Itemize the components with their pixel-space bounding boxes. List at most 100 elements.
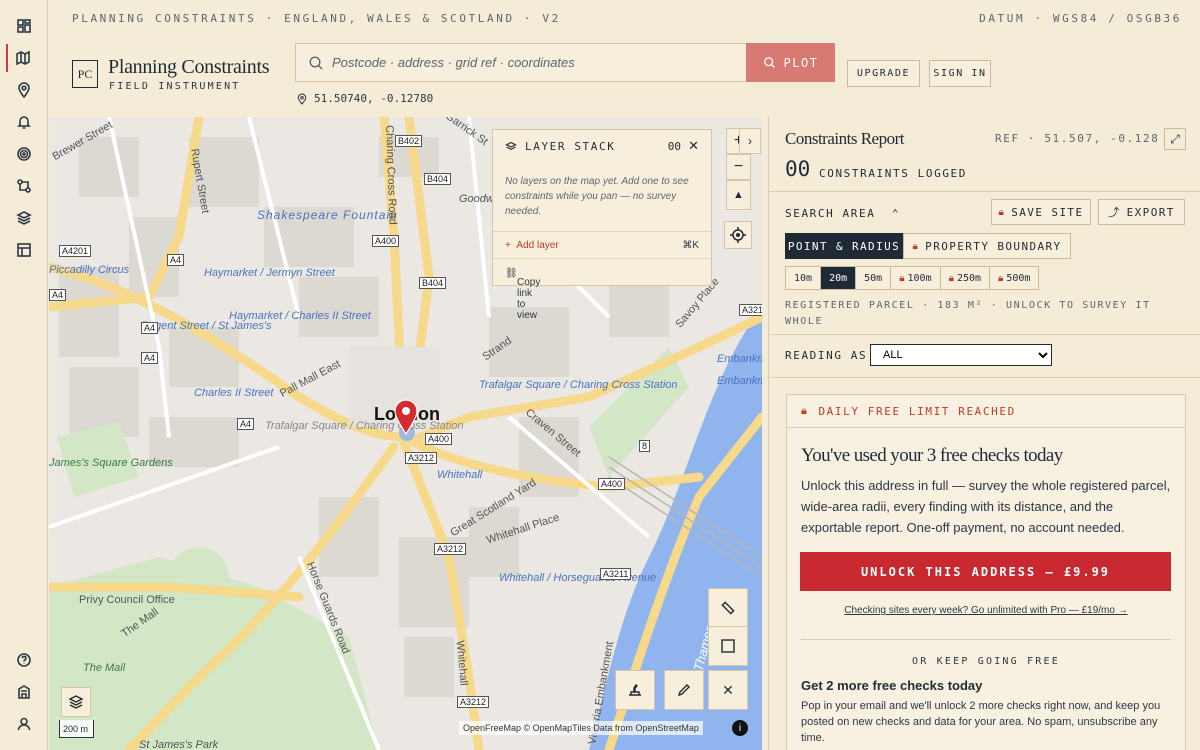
location-pin-icon[interactable] xyxy=(393,399,419,435)
zoom-out-button[interactable]: − xyxy=(726,154,751,180)
pin-icon[interactable] xyxy=(8,76,40,104)
map-place-label: The Mall xyxy=(83,662,126,674)
map-place-label: Trafalgar Square / Charing Cross Station xyxy=(479,379,678,391)
square-icon[interactable] xyxy=(708,626,748,666)
mode-property-boundary-label: PROPERTY BOUNDARY xyxy=(925,239,1062,253)
close-icon[interactable]: ✕ xyxy=(688,138,699,154)
help-icon[interactable] xyxy=(8,646,40,674)
map-canvas[interactable]: Shakespeare Fountain Haymarket / Jermyn … xyxy=(49,117,762,750)
table-icon[interactable] xyxy=(8,236,40,264)
pro-upgrade-link[interactable]: Checking sites every week? Go unlimited … xyxy=(787,605,1185,616)
map-place-label: James's Square Gardens xyxy=(49,457,173,469)
bell-icon[interactable] xyxy=(8,108,40,136)
building-icon[interactable] xyxy=(8,678,40,706)
ruler-icon[interactable] xyxy=(708,588,748,628)
lock-icon: 🔒︎ xyxy=(998,272,1004,284)
road-shield: A3212 xyxy=(434,543,467,555)
limit-header: 🔒︎ DAILY FREE LIMIT REACHED xyxy=(787,395,1185,428)
pin-icon xyxy=(297,93,307,105)
export-label: EXPORT xyxy=(1126,205,1175,219)
plot-button[interactable]: PLOT xyxy=(746,43,835,82)
radius-value: 250m xyxy=(956,272,982,284)
pen-icon[interactable] xyxy=(664,670,704,710)
map-place-label: Piccadilly Circus xyxy=(49,264,130,276)
radius-option-locked[interactable]: 🔒︎ 100m xyxy=(891,267,941,289)
road-shield: A4 xyxy=(141,322,159,334)
target-icon[interactable] xyxy=(8,140,40,168)
radius-option[interactable]: 10m xyxy=(786,267,822,289)
search-area-label: SEARCH AREA xyxy=(785,207,876,220)
report-reference: REF · 51.507, -0.128 xyxy=(995,132,1160,145)
radius-selector: 10m 20m 50m 🔒︎ 100m 🔒︎ 250m 🔒︎ 500m xyxy=(785,266,1040,290)
parcel-info: REGISTERED PARCEL · 183 M² · UNLOCK TO S… xyxy=(785,300,1151,327)
app-context: PLANNING CONSTRAINTS · ENGLAND, WALES & … xyxy=(72,12,561,25)
expand-icon[interactable]: ⤢ xyxy=(1164,128,1186,150)
report-title: Constraints Report xyxy=(785,129,904,148)
sign-in-button[interactable]: SIGN IN xyxy=(929,60,991,87)
stamp-icon[interactable] xyxy=(615,670,655,710)
map-place-label: Haymarket / Charles II Street xyxy=(229,310,371,322)
dashboard-icon[interactable] xyxy=(8,12,40,40)
road-shield: A3212 xyxy=(405,452,438,464)
user-icon[interactable] xyxy=(8,710,40,738)
add-layer-button[interactable]: + Add layer ⌘K xyxy=(493,231,711,258)
limit-description: Unlock this address in full — survey the… xyxy=(801,478,1171,535)
radius-option[interactable]: 50m xyxy=(856,267,892,289)
search-input[interactable] xyxy=(332,44,732,81)
layers-icon xyxy=(505,141,517,150)
info-icon[interactable]: i xyxy=(732,720,748,736)
lock-icon: 🔒︎ xyxy=(801,404,809,417)
layers-icon[interactable] xyxy=(61,687,91,717)
datum-label: DATUM · WGS84 / OSGB36 xyxy=(979,12,1182,25)
more-checks-title: Get 2 more free checks today xyxy=(801,678,983,693)
daily-limit-card: 🔒︎ DAILY FREE LIMIT REACHED You've used … xyxy=(786,394,1186,750)
mode-property-boundary[interactable]: 🔒︎ PROPERTY BOUNDARY xyxy=(903,233,1071,259)
chevron-right-icon[interactable]: › xyxy=(739,128,761,154)
constraints-report-panel: Constraints Report REF · 51.507, -0.128 … xyxy=(768,117,1200,750)
map-place-label: Charles II Street xyxy=(194,387,274,399)
search-icon xyxy=(763,57,775,68)
map-scale: 200 m xyxy=(59,720,94,738)
layers-icon[interactable] xyxy=(8,204,40,232)
route-icon[interactable] xyxy=(8,172,40,200)
map-attribution[interactable]: OpenFreeMap © OpenMapTiles Data from Ope… xyxy=(459,721,703,735)
reading-as-select[interactable]: ALL xyxy=(870,344,1052,366)
brand-logo: PC xyxy=(72,60,98,88)
share-icon: ⤴ xyxy=(1108,206,1121,219)
export-button[interactable]: ⤴ EXPORT xyxy=(1098,199,1185,225)
lock-icon: 🔒︎ xyxy=(912,240,920,252)
road-shield: A4 xyxy=(237,418,255,430)
mode-point-radius[interactable]: POINT & RADIUS xyxy=(785,233,903,259)
radius-option-locked[interactable]: 🔒︎ 250m xyxy=(940,267,991,289)
road-shield: B404 xyxy=(419,277,447,289)
road-shield: B402 xyxy=(395,135,423,147)
constraints-count: 00 xyxy=(785,157,811,181)
upgrade-button[interactable]: UPGRADE xyxy=(847,60,920,87)
road-shield: 8 xyxy=(639,440,651,452)
radius-value: 100m xyxy=(907,272,932,284)
keep-going-label: OR KEEP GOING FREE xyxy=(912,656,1060,667)
map-icon[interactable] xyxy=(6,44,38,72)
map-place-label: St James's Park xyxy=(139,739,219,750)
road-shield: A3212 xyxy=(457,696,490,708)
locate-icon[interactable] xyxy=(724,221,752,249)
copy-link-button[interactable]: ⛓ Copy link to view xyxy=(493,258,711,321)
copy-link-label: ⛓ Copy link to view xyxy=(505,268,541,321)
search-area-toggle[interactable]: SEARCH AREA ⌃ xyxy=(785,207,900,220)
lock-icon: 🔒︎ xyxy=(948,272,954,284)
close-icon[interactable]: ✕ xyxy=(708,670,748,710)
compass-icon[interactable]: ▲ xyxy=(726,180,751,210)
coordinates-value: 51.50740, -0.12780 xyxy=(314,92,434,105)
road-shield: B404 xyxy=(424,173,452,185)
radius-value: 500m xyxy=(1006,272,1031,284)
unlock-address-button[interactable]: UNLOCK THIS ADDRESS — £9.99 xyxy=(800,552,1171,591)
road-shield: A4201 xyxy=(59,245,92,257)
map-place-label: Whitehall xyxy=(437,469,483,481)
save-site-button[interactable]: 🔒︎ SAVE SITE xyxy=(991,199,1091,225)
radius-option-locked[interactable]: 🔒︎ 500m xyxy=(990,267,1039,289)
add-layer-text: Add layer xyxy=(516,240,559,251)
limit-header-text: DAILY FREE LIMIT REACHED xyxy=(818,404,1016,418)
road-shield: A321 xyxy=(739,304,762,316)
chevron-up-icon: ⌃ xyxy=(891,207,901,220)
radius-option-selected[interactable]: 20m xyxy=(821,267,857,289)
